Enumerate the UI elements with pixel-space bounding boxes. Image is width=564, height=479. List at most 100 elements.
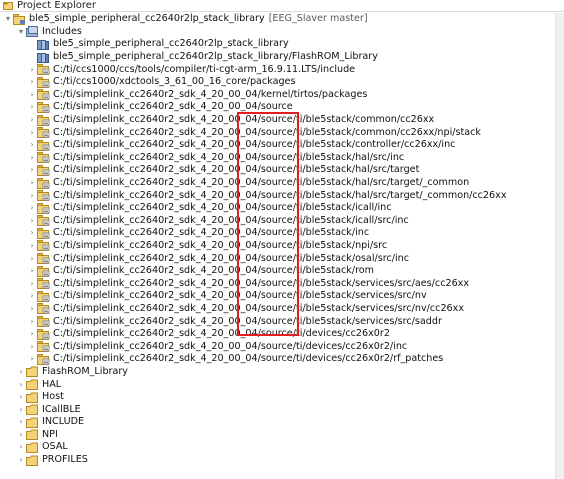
expand-arrow-icon[interactable]: › xyxy=(27,202,37,214)
expand-arrow-icon[interactable]: › xyxy=(27,328,37,340)
tree-row-include-path[interactable]: › C:/ti/simplelink_cc2640r2_sdk_4_20_00_0… xyxy=(0,164,555,177)
tree-row-folder[interactable]: › INCLUDE xyxy=(0,416,555,429)
folder-icon xyxy=(26,379,40,391)
tree-row-include-path[interactable]: › C:/ti/simplelink_cc2640r2_sdk_4_20_00_0… xyxy=(0,340,555,353)
tree-row-include-path[interactable]: › C:/ti/ccs1000/xdctools_3_61_00_16_core/… xyxy=(0,76,555,89)
expand-arrow-icon[interactable]: › xyxy=(27,227,37,239)
project-explorer-titlebar: Project Explorer xyxy=(0,0,564,12)
expand-arrow-icon[interactable]: › xyxy=(27,290,37,302)
expand-arrow-icon[interactable]: › xyxy=(16,366,26,378)
vertical-scrollbar[interactable] xyxy=(555,13,564,479)
tree-row-include-path[interactable]: › C:/ti/simplelink_cc2640r2_sdk_4_20_00_0… xyxy=(0,315,555,328)
collapse-arrow-icon[interactable]: ▾ xyxy=(16,26,26,38)
expand-arrow-icon[interactable]: › xyxy=(27,164,37,176)
include-folder-icon xyxy=(37,240,51,252)
expand-arrow-icon[interactable]: › xyxy=(16,441,26,453)
tree-row-include-path[interactable]: › C:/ti/simplelink_cc2640r2_sdk_4_20_00_0… xyxy=(0,252,555,265)
expand-arrow-icon[interactable]: › xyxy=(27,114,37,126)
tree-row-library[interactable]: ble5_simple_peripheral_cc2640r2lp_stack_… xyxy=(0,51,555,64)
include-folder-icon xyxy=(37,265,51,277)
tree-row-folder[interactable]: › PROFILES xyxy=(0,454,555,467)
tree-row-library[interactable]: ble5_simple_peripheral_cc2640r2lp_stack_… xyxy=(0,38,555,51)
tree-row-include-path[interactable]: › C:/ti/simplelink_cc2640r2_sdk_4_20_00_0… xyxy=(0,240,555,253)
include-folder-icon xyxy=(37,190,51,202)
tree-row-include-path[interactable]: › C:/ti/ccs1000/ccs/tools/compiler/ti-cgt… xyxy=(0,63,555,76)
tree-item-label: C:/ti/simplelink_cc2640r2_sdk_4_20_00_04… xyxy=(53,315,442,327)
tree-item-label: C:/ti/simplelink_cc2640r2_sdk_4_20_00_04… xyxy=(53,139,456,151)
tree-item-label: C:/ti/simplelink_cc2640r2_sdk_4_20_00_04… xyxy=(53,302,465,314)
collapse-arrow-icon[interactable]: ▾ xyxy=(3,13,13,25)
tree-item-label: C:/ti/simplelink_cc2640r2_sdk_4_20_00_04… xyxy=(53,328,390,340)
tree-row-include-path[interactable]: › C:/ti/simplelink_cc2640r2_sdk_4_20_00_0… xyxy=(0,290,555,303)
tree-row-include-path[interactable]: › C:/ti/simplelink_cc2640r2_sdk_4_20_00_0… xyxy=(0,353,555,366)
tree-row-folder[interactable]: › Host xyxy=(0,391,555,404)
tree-row-include-path[interactable]: › C:/ti/simplelink_cc2640r2_sdk_4_20_00_0… xyxy=(0,139,555,152)
tree-row-include-path[interactable]: › C:/ti/simplelink_cc2640r2_sdk_4_20_00_0… xyxy=(0,89,555,102)
expand-arrow-icon[interactable]: › xyxy=(27,316,37,328)
tree-row-folder[interactable]: › FlashROM_Library xyxy=(0,366,555,379)
tree-row-project[interactable]: ▾ ble5_simple_peripheral_cc2640r2lp_stac… xyxy=(0,13,555,26)
expand-arrow-icon[interactable]: › xyxy=(16,454,26,466)
expand-arrow-icon[interactable]: › xyxy=(27,265,37,277)
tree-item-label: C:/ti/simplelink_cc2640r2_sdk_4_20_00_04… xyxy=(53,101,293,113)
tree-row-include-path[interactable]: › C:/ti/simplelink_cc2640r2_sdk_4_20_00_0… xyxy=(0,328,555,341)
tree-row-include-path[interactable]: › C:/ti/simplelink_cc2640r2_sdk_4_20_00_0… xyxy=(0,215,555,228)
expand-arrow-icon[interactable]: › xyxy=(16,379,26,391)
tree-row-folder[interactable]: › OSAL xyxy=(0,441,555,454)
include-folder-icon xyxy=(37,64,51,76)
expand-arrow-icon[interactable]: › xyxy=(27,139,37,151)
folder-icon xyxy=(26,366,40,378)
expand-arrow-icon[interactable]: › xyxy=(16,404,26,416)
include-folder-icon xyxy=(37,341,51,353)
tree-row-include-path[interactable]: › C:/ti/simplelink_cc2640r2_sdk_4_20_00_0… xyxy=(0,227,555,240)
tree-row-include-path[interactable]: › C:/ti/simplelink_cc2640r2_sdk_4_20_00_0… xyxy=(0,126,555,139)
expand-arrow-icon[interactable]: › xyxy=(16,391,26,403)
tree-row-include-path[interactable]: › C:/ti/simplelink_cc2640r2_sdk_4_20_00_0… xyxy=(0,202,555,215)
tree-item-label: OSAL xyxy=(42,441,68,453)
folder-icon xyxy=(26,429,40,441)
tree-row-include-path[interactable]: › C:/ti/simplelink_cc2640r2_sdk_4_20_00_0… xyxy=(0,177,555,190)
tree-row-include-path[interactable]: › C:/ti/simplelink_cc2640r2_sdk_4_20_00_0… xyxy=(0,101,555,114)
tree-item-label: ble5_simple_peripheral_cc2640r2lp_stack_… xyxy=(53,38,289,50)
expand-arrow-icon[interactable]: › xyxy=(27,215,37,227)
tree-row-folder[interactable]: › ICallBLE xyxy=(0,403,555,416)
tree-row-include-path[interactable]: › C:/ti/simplelink_cc2640r2_sdk_4_20_00_0… xyxy=(0,189,555,202)
tree-row-folder[interactable]: › HAL xyxy=(0,378,555,391)
include-folder-icon xyxy=(37,164,51,176)
expand-arrow-icon[interactable]: › xyxy=(27,253,37,265)
tree-item-label: C:/ti/simplelink_cc2640r2_sdk_4_20_00_04… xyxy=(53,88,368,100)
expand-arrow-icon[interactable]: › xyxy=(27,353,37,365)
expand-arrow-icon[interactable]: › xyxy=(27,89,37,101)
expand-arrow-icon[interactable]: › xyxy=(27,152,37,164)
tree-row-folder[interactable]: › NPI xyxy=(0,429,555,442)
tree-row-include-path[interactable]: › C:/ti/simplelink_cc2640r2_sdk_4_20_00_0… xyxy=(0,277,555,290)
tree-item-label: C:/ti/simplelink_cc2640r2_sdk_4_20_00_04… xyxy=(53,126,481,138)
tree-row-include-path[interactable]: › C:/ti/simplelink_cc2640r2_sdk_4_20_00_0… xyxy=(0,114,555,127)
tree-row-include-path[interactable]: › C:/ti/simplelink_cc2640r2_sdk_4_20_00_0… xyxy=(0,152,555,165)
project-name: ble5_simple_peripheral_cc2640r2lp_stack_… xyxy=(29,13,265,25)
folder-icon xyxy=(26,441,40,453)
expand-arrow-icon[interactable]: › xyxy=(27,303,37,315)
expand-arrow-icon[interactable]: › xyxy=(27,177,37,189)
tree-row-include-path[interactable]: › C:/ti/simplelink_cc2640r2_sdk_4_20_00_0… xyxy=(0,303,555,316)
tree-item-label: NPI xyxy=(42,428,58,440)
tree-item-label: C:/ti/simplelink_cc2640r2_sdk_4_20_00_04… xyxy=(53,265,375,277)
include-folder-icon xyxy=(37,89,51,101)
expand-arrow-icon[interactable]: › xyxy=(27,341,37,353)
tree-item-label: INCLUDE xyxy=(42,416,85,428)
project-tree[interactable]: ▾ ble5_simple_peripheral_cc2640r2lp_stac… xyxy=(0,13,555,466)
expand-arrow-icon[interactable]: › xyxy=(27,64,37,76)
tree-row-includes[interactable]: ▾ Includes xyxy=(0,26,555,39)
expand-arrow-icon[interactable]: › xyxy=(16,429,26,441)
expand-arrow-icon[interactable]: › xyxy=(27,127,37,139)
expand-arrow-icon[interactable]: › xyxy=(27,76,37,88)
tree-item-label: C:/ti/simplelink_cc2640r2_sdk_4_20_00_04… xyxy=(53,227,370,239)
expand-arrow-icon[interactable]: › xyxy=(27,190,37,202)
expand-arrow-icon[interactable]: › xyxy=(27,240,37,252)
expand-arrow-icon[interactable]: › xyxy=(16,416,26,428)
tree-item-label: C:/ti/ccs1000/ccs/tools/compiler/ti-cgt-… xyxy=(53,63,356,75)
tree-row-include-path[interactable]: › C:/ti/simplelink_cc2640r2_sdk_4_20_00_0… xyxy=(0,265,555,278)
expand-arrow-icon[interactable]: › xyxy=(27,278,37,290)
tree-item-label: ble5_simple_peripheral_cc2640r2lp_stack_… xyxy=(53,51,378,63)
expand-arrow-icon[interactable]: › xyxy=(27,101,37,113)
